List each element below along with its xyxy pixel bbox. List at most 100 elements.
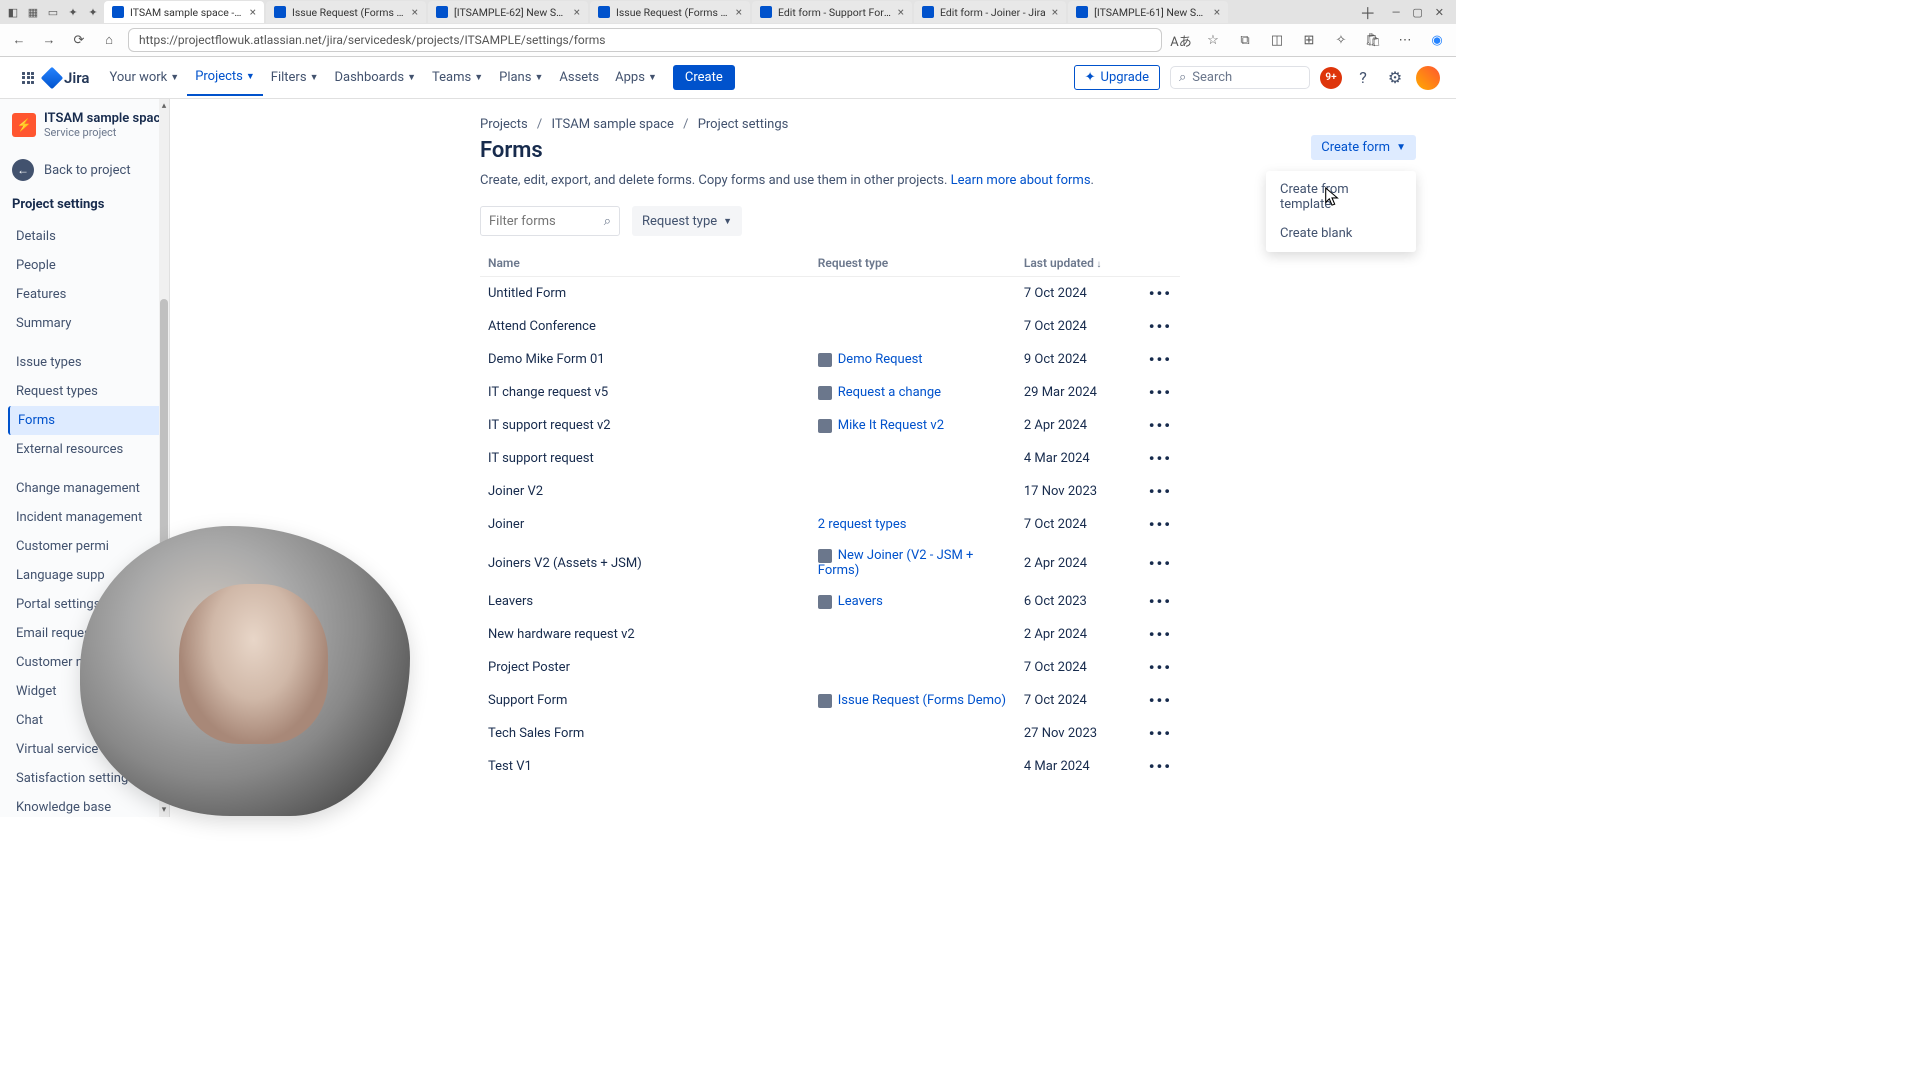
browser-tab[interactable]: Issue Request (Forms Demo) - I× bbox=[590, 1, 750, 23]
breadcrumb-projects[interactable]: Projects bbox=[480, 117, 528, 132]
app-switcher-icon[interactable] bbox=[16, 66, 40, 90]
row-actions-button[interactable]: ••• bbox=[1140, 618, 1180, 651]
form-name[interactable]: New hardware request v2 bbox=[480, 618, 810, 651]
tab-group-icon[interactable]: ▭ bbox=[44, 3, 62, 21]
nav-item-apps[interactable]: Apps▼ bbox=[607, 59, 665, 96]
browser-tab[interactable]: [ITSAMPLE-61] New Support F× bbox=[1068, 1, 1228, 23]
tab-close-icon[interactable]: × bbox=[574, 5, 580, 19]
sidebar-item-incident-management[interactable]: Incident management bbox=[12, 503, 169, 532]
extensions-icon[interactable]: ✧ bbox=[1330, 29, 1352, 51]
col-header-name[interactable]: Name bbox=[480, 250, 810, 277]
close-window-button[interactable]: ✕ bbox=[1435, 6, 1444, 19]
tab-close-icon[interactable]: × bbox=[898, 5, 904, 19]
nav-item-teams[interactable]: Teams▼ bbox=[424, 59, 491, 96]
form-name[interactable]: Demo Mike Form 01 bbox=[480, 343, 810, 376]
nav-item-assets[interactable]: Assets bbox=[551, 59, 607, 96]
forward-button[interactable]: → bbox=[38, 29, 60, 51]
create-form-button[interactable]: Create form ▼ bbox=[1311, 135, 1416, 160]
form-name[interactable]: Tech Sales Form bbox=[480, 717, 810, 750]
filter-field[interactable] bbox=[489, 214, 589, 229]
request-type-link[interactable]: New Joiner (V2 - JSM + Forms) bbox=[818, 548, 974, 578]
form-name[interactable]: Joiner bbox=[480, 508, 810, 541]
pinned-icon[interactable]: ✦ bbox=[64, 3, 82, 21]
row-actions-button[interactable]: ••• bbox=[1140, 585, 1180, 618]
form-name[interactable]: Test V1 bbox=[480, 750, 810, 783]
nav-item-projects[interactable]: Projects▼ bbox=[187, 59, 263, 96]
request-type-link[interactable]: Mike It Request v2 bbox=[838, 418, 944, 433]
row-actions-button[interactable]: ••• bbox=[1140, 541, 1180, 585]
tab-close-icon[interactable]: × bbox=[412, 5, 418, 19]
form-name[interactable]: Project Poster bbox=[480, 651, 810, 684]
learn-more-link[interactable]: Learn more about forms bbox=[951, 173, 1091, 188]
notifications-badge[interactable]: 9+ bbox=[1320, 67, 1342, 89]
request-type-link[interactable]: 2 request types bbox=[818, 517, 907, 532]
col-header-last-updated[interactable]: Last updated bbox=[1016, 250, 1140, 277]
sidebar-item-external-resources[interactable]: External resources bbox=[12, 435, 169, 464]
row-actions-button[interactable]: ••• bbox=[1140, 651, 1180, 684]
request-type-link[interactable]: Demo Request bbox=[838, 352, 923, 367]
row-actions-button[interactable]: ••• bbox=[1140, 508, 1180, 541]
copilot-icon[interactable]: ◉ bbox=[1426, 29, 1448, 51]
address-bar[interactable]: https://projectflowuk.atlassian.net/jira… bbox=[128, 28, 1162, 52]
browser-tab[interactable]: ITSAM sample space - Forms - S× bbox=[104, 1, 264, 23]
row-actions-button[interactable]: ••• bbox=[1140, 409, 1180, 442]
sidebar-item-features[interactable]: Features bbox=[12, 280, 169, 309]
create-button[interactable]: Create bbox=[673, 65, 735, 90]
settings-icon[interactable]: ⚙ bbox=[1384, 67, 1406, 89]
tab-close-icon[interactable]: × bbox=[736, 5, 742, 19]
scroll-up-icon[interactable]: ▴ bbox=[159, 101, 169, 111]
row-actions-button[interactable]: ••• bbox=[1140, 684, 1180, 717]
maximize-button[interactable]: ▢ bbox=[1412, 6, 1422, 19]
upgrade-button[interactable]: ✦ Upgrade bbox=[1074, 65, 1160, 90]
form-name[interactable]: Untitled Form bbox=[480, 277, 810, 311]
sidebar-item-issue-types[interactable]: Issue types bbox=[12, 348, 169, 377]
nav-item-dashboards[interactable]: Dashboards▼ bbox=[326, 59, 424, 96]
sidebar-item-change-management[interactable]: Change management bbox=[12, 474, 169, 503]
sidebar-item-forms[interactable]: Forms bbox=[8, 406, 169, 435]
back-button[interactable]: ← bbox=[8, 29, 30, 51]
browser-tab[interactable]: [ITSAMPLE-62] New Support F× bbox=[428, 1, 588, 23]
form-name[interactable]: Attend Conference bbox=[480, 310, 810, 343]
favorite-icon[interactable]: ☆ bbox=[1202, 29, 1224, 51]
pinned-icon-2[interactable]: ✦ bbox=[84, 3, 102, 21]
form-name[interactable]: IT change request v5 bbox=[480, 376, 810, 409]
tab-close-icon[interactable]: × bbox=[1052, 5, 1058, 19]
project-header[interactable]: ⚡ ITSAM sample space Service project bbox=[12, 111, 169, 139]
sidebar-item-details[interactable]: Details bbox=[12, 222, 169, 251]
minimize-button[interactable]: — bbox=[1392, 6, 1401, 19]
sidebar-item-request-types[interactable]: Request types bbox=[12, 377, 169, 406]
request-type-filter[interactable]: Request type ▼ bbox=[632, 206, 742, 236]
home-button[interactable]: ⌂ bbox=[98, 29, 120, 51]
row-actions-button[interactable]: ••• bbox=[1140, 475, 1180, 508]
request-type-link[interactable]: Issue Request (Forms Demo) bbox=[838, 693, 1006, 708]
form-name[interactable]: IT support request v2 bbox=[480, 409, 810, 442]
create-from-template-item[interactable]: Create from template bbox=[1266, 175, 1416, 219]
refresh-button[interactable]: ⟳ bbox=[68, 29, 90, 51]
collections-icon[interactable]: ◫ bbox=[1266, 29, 1288, 51]
search-input[interactable]: ⌕ Search bbox=[1170, 66, 1310, 89]
form-name[interactable]: Joiners V2 (Assets + JSM) bbox=[480, 541, 810, 585]
new-tab-button[interactable]: ＋ bbox=[1354, 0, 1382, 24]
form-name[interactable]: Joiner V2 bbox=[480, 475, 810, 508]
create-blank-item[interactable]: Create blank bbox=[1266, 219, 1416, 248]
nav-item-your-work[interactable]: Your work▼ bbox=[101, 59, 187, 96]
row-actions-button[interactable]: ••• bbox=[1140, 310, 1180, 343]
shopping-icon[interactable]: 🛍 bbox=[1362, 29, 1384, 51]
col-header-request-type[interactable]: Request type bbox=[810, 250, 1016, 277]
form-name[interactable]: IT support request bbox=[480, 442, 810, 475]
sidebar-item-summary[interactable]: Summary bbox=[12, 309, 169, 338]
filter-forms-input[interactable]: ⌕ bbox=[480, 206, 620, 236]
tab-close-icon[interactable]: × bbox=[250, 5, 256, 19]
request-type-link[interactable]: Leavers bbox=[838, 594, 883, 609]
row-actions-button[interactable]: ••• bbox=[1140, 442, 1180, 475]
row-actions-button[interactable]: ••• bbox=[1140, 376, 1180, 409]
row-actions-button[interactable]: ••• bbox=[1140, 717, 1180, 750]
scroll-down-icon[interactable]: ▾ bbox=[159, 805, 169, 815]
extension-icon[interactable]: ⊞ bbox=[1298, 29, 1320, 51]
request-type-link[interactable]: Request a change bbox=[838, 385, 941, 400]
user-avatar[interactable] bbox=[1416, 66, 1440, 90]
back-to-project-link[interactable]: ← Back to project bbox=[12, 153, 169, 187]
row-actions-button[interactable]: ••• bbox=[1140, 750, 1180, 783]
row-actions-button[interactable]: ••• bbox=[1140, 277, 1180, 311]
browser-tab[interactable]: Issue Request (Forms Demo) - I× bbox=[266, 1, 426, 23]
